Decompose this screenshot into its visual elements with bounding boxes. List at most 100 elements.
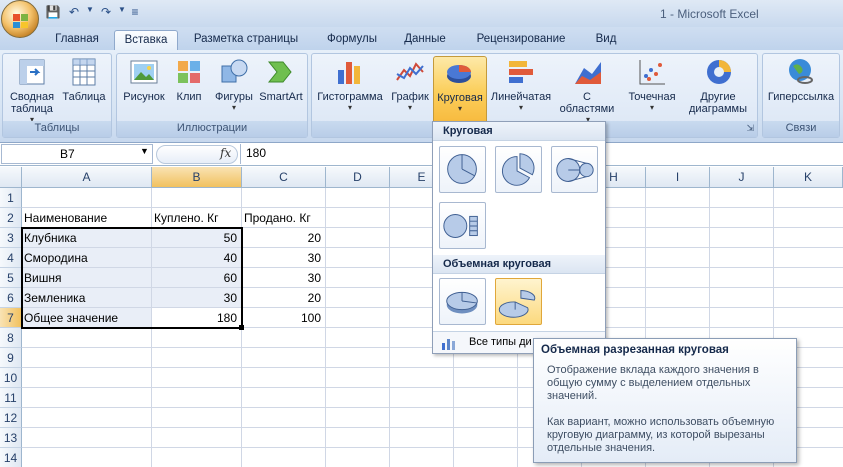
area-chart-button[interactable]: С областями ▾: [556, 56, 620, 124]
pie-chart-option[interactable]: [439, 146, 486, 193]
name-box[interactable]: B7: [1, 144, 153, 164]
row-header[interactable]: 14: [0, 448, 22, 467]
column-header[interactable]: K: [774, 167, 843, 188]
cell[interactable]: 20: [242, 228, 326, 248]
pivot-table-icon: [19, 59, 45, 85]
cell[interactable]: Общее значение: [22, 308, 152, 328]
tab-formulas[interactable]: Формулы: [318, 30, 386, 50]
select-all-corner[interactable]: [0, 167, 22, 188]
cell[interactable]: 30: [242, 268, 326, 288]
scatter-chart-button[interactable]: Точечная ▾: [622, 56, 682, 112]
cell[interactable]: Земленика: [22, 288, 152, 308]
bar-of-pie-option[interactable]: [439, 202, 486, 249]
column-header[interactable]: A: [22, 167, 152, 188]
cell[interactable]: Наименование: [22, 208, 152, 228]
dropdown-arrow-icon[interactable]: ▼: [86, 5, 94, 21]
tab-insert[interactable]: Вставка: [114, 30, 178, 50]
all-chart-types-label: Все типы ди: [469, 336, 532, 348]
cell[interactable]: Продано. Кг: [242, 208, 326, 228]
pie-icon: [447, 154, 477, 184]
table-button[interactable]: Таблица: [59, 56, 109, 103]
column-header[interactable]: C: [242, 167, 326, 188]
row-header[interactable]: 1: [0, 188, 22, 208]
histogram-button[interactable]: Гистограмма ▾: [314, 56, 386, 112]
tab-data[interactable]: Данные: [396, 30, 454, 50]
customize-qat-icon[interactable]: ≡: [129, 5, 141, 21]
insert-function-icon[interactable]: fx: [220, 146, 231, 160]
name-box-dropdown-icon[interactable]: ▼: [140, 146, 149, 156]
save-icon[interactable]: 💾: [44, 5, 62, 21]
3d-exploded-pie-option[interactable]: [495, 278, 542, 325]
cell[interactable]: 20: [242, 288, 326, 308]
group-illustrations-label: Иллюстрации: [117, 121, 307, 137]
column-header[interactable]: D: [326, 167, 390, 188]
row-header[interactable]: 8: [0, 328, 22, 348]
column-header[interactable]: I: [646, 167, 710, 188]
cell[interactable]: 100: [242, 308, 326, 328]
bar-of-pie-icon: [443, 214, 478, 238]
cell[interactable]: 30: [242, 248, 326, 268]
row-header[interactable]: 3: [0, 228, 22, 248]
pivot-table-button[interactable]: Сводная таблица ▾: [6, 56, 58, 124]
tooltip-title: Объемная разрезанная круговая: [541, 344, 729, 356]
row-header[interactable]: 13: [0, 428, 22, 448]
redo-icon[interactable]: ↷: [97, 5, 115, 21]
tab-view[interactable]: Вид: [584, 30, 628, 50]
row-header[interactable]: 9: [0, 348, 22, 368]
undo-icon[interactable]: ↶: [65, 5, 83, 21]
exploded-pie-icon: [502, 153, 535, 186]
smartart-button[interactable]: SmartArt: [257, 56, 305, 103]
pivot-table-label: Сводная таблица: [9, 91, 55, 115]
cell[interactable]: Смородина: [22, 248, 152, 268]
column-header[interactable]: J: [710, 167, 774, 188]
dialog-launcher-icon[interactable]: ⇲: [746, 121, 754, 136]
office-button[interactable]: [1, 0, 39, 38]
clip-art-icon: [178, 61, 200, 83]
row-header[interactable]: 11: [0, 388, 22, 408]
cell[interactable]: Куплено. Кг: [152, 208, 242, 228]
cell[interactable]: 30: [152, 288, 242, 308]
tab-page-layout[interactable]: Разметка страницы: [186, 30, 306, 50]
fill-handle[interactable]: [239, 325, 244, 330]
tab-home[interactable]: Главная: [44, 30, 110, 50]
cell[interactable]: 60: [152, 268, 242, 288]
cell[interactable]: 50: [152, 228, 242, 248]
hyperlink-label: Гиперссылка: [767, 91, 835, 103]
hyperlink-button[interactable]: Гиперссылка: [765, 56, 837, 103]
row-header[interactable]: 12: [0, 408, 22, 428]
shapes-button[interactable]: Фигуры ▾: [211, 56, 257, 112]
row-header[interactable]: 7: [0, 308, 22, 328]
ribbon: Сводная таблица ▾ Таблица Таблицы Рисуно…: [0, 50, 843, 143]
picture-icon: [130, 60, 158, 84]
gallery-section-pie: Круговая: [433, 122, 605, 141]
other-charts-label: Другие диаграммы: [689, 91, 747, 115]
clip-art-button[interactable]: Клип: [169, 56, 209, 103]
cell[interactable]: Клубника: [22, 228, 152, 248]
3d-pie-option[interactable]: [439, 278, 486, 325]
row-header[interactable]: 4: [0, 248, 22, 268]
bar-chart-button[interactable]: Линейчатая ▾: [488, 56, 554, 112]
pie-of-pie-option[interactable]: [551, 146, 598, 193]
column-header[interactable]: B: [152, 167, 242, 188]
row-header[interactable]: 5: [0, 268, 22, 288]
hyperlink-icon: [789, 59, 813, 84]
row-header[interactable]: 10: [0, 368, 22, 388]
row-header[interactable]: 6: [0, 288, 22, 308]
dropdown-arrow-icon[interactable]: ▼: [118, 5, 126, 21]
picture-button[interactable]: Рисунок: [121, 56, 167, 103]
pie-chart-label: Круговая: [437, 92, 483, 104]
exploded-pie-option[interactable]: [495, 146, 542, 193]
active-cell[interactable]: 180: [152, 308, 242, 328]
row-header[interactable]: 2: [0, 208, 22, 228]
cell[interactable]: Вишня: [22, 268, 152, 288]
pie-chart-button[interactable]: Круговая ▾: [433, 56, 487, 127]
tab-review[interactable]: Рецензирование: [466, 30, 576, 50]
group-tables: Сводная таблица ▾ Таблица Таблицы: [2, 53, 112, 138]
office-logo-icon: [13, 14, 28, 28]
shapes-label: Фигуры: [215, 91, 253, 103]
line-chart-button[interactable]: График ▾: [388, 56, 432, 112]
picture-label: Рисунок: [123, 91, 165, 103]
other-charts-button[interactable]: Другие диаграммы: [684, 56, 754, 115]
doughnut-chart-icon: [707, 60, 731, 84]
cell[interactable]: 40: [152, 248, 242, 268]
